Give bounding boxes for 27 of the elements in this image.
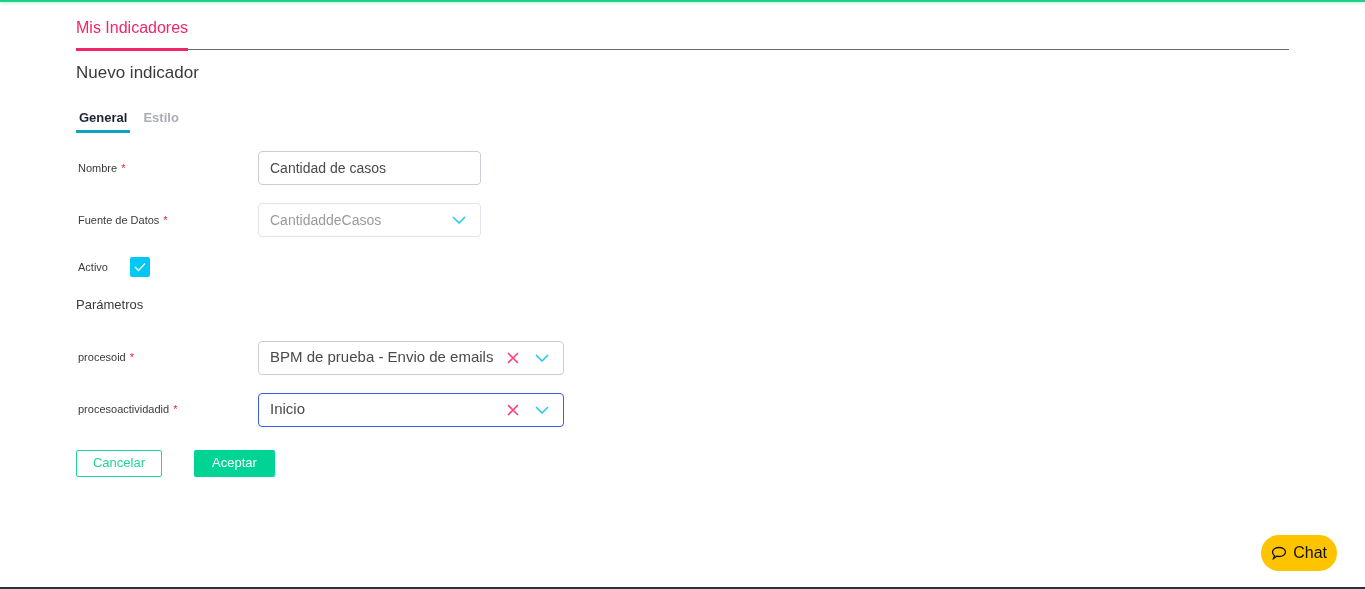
chevron-down-icon[interactable]: [535, 405, 549, 414]
required-mark: *: [129, 350, 134, 366]
required-mark: *: [173, 402, 178, 418]
required-mark: *: [121, 160, 126, 176]
check-icon: [134, 262, 146, 272]
form-tab[interactable]: General: [76, 107, 131, 133]
checkbox[interactable]: [130, 257, 150, 277]
select-value: Inicio: [270, 399, 307, 420]
page-tab[interactable]: Mis Indicadores: [76, 16, 189, 51]
select-value: CantidaddeCasos: [270, 210, 383, 230]
text-field[interactable]: Cantidad de casos: [258, 151, 481, 185]
section-title: Parámetros: [76, 296, 145, 314]
clear-icon[interactable]: [507, 403, 519, 416]
speech-bubble-icon: [1271, 546, 1288, 560]
required-mark: *: [163, 212, 168, 228]
select-field[interactable]: BPM de prueba - Envio de emails: [258, 340, 564, 375]
clear-icon[interactable]: [507, 351, 519, 364]
chat-button[interactable]: Chat: [1261, 535, 1337, 571]
field-label: procesoactividadid: [78, 402, 170, 418]
page-heading: Nuevo indicador: [76, 62, 200, 84]
field-label: Fuente de Datos: [78, 212, 160, 228]
select-value: BPM de prueba - Envio de emails: [270, 347, 495, 368]
field-label: Activo: [78, 259, 109, 275]
field-label: Nombre: [78, 160, 118, 176]
select-field[interactable]: Inicio: [258, 392, 564, 427]
field-label: procesoid: [78, 350, 126, 366]
chevron-down-icon[interactable]: [535, 353, 549, 362]
